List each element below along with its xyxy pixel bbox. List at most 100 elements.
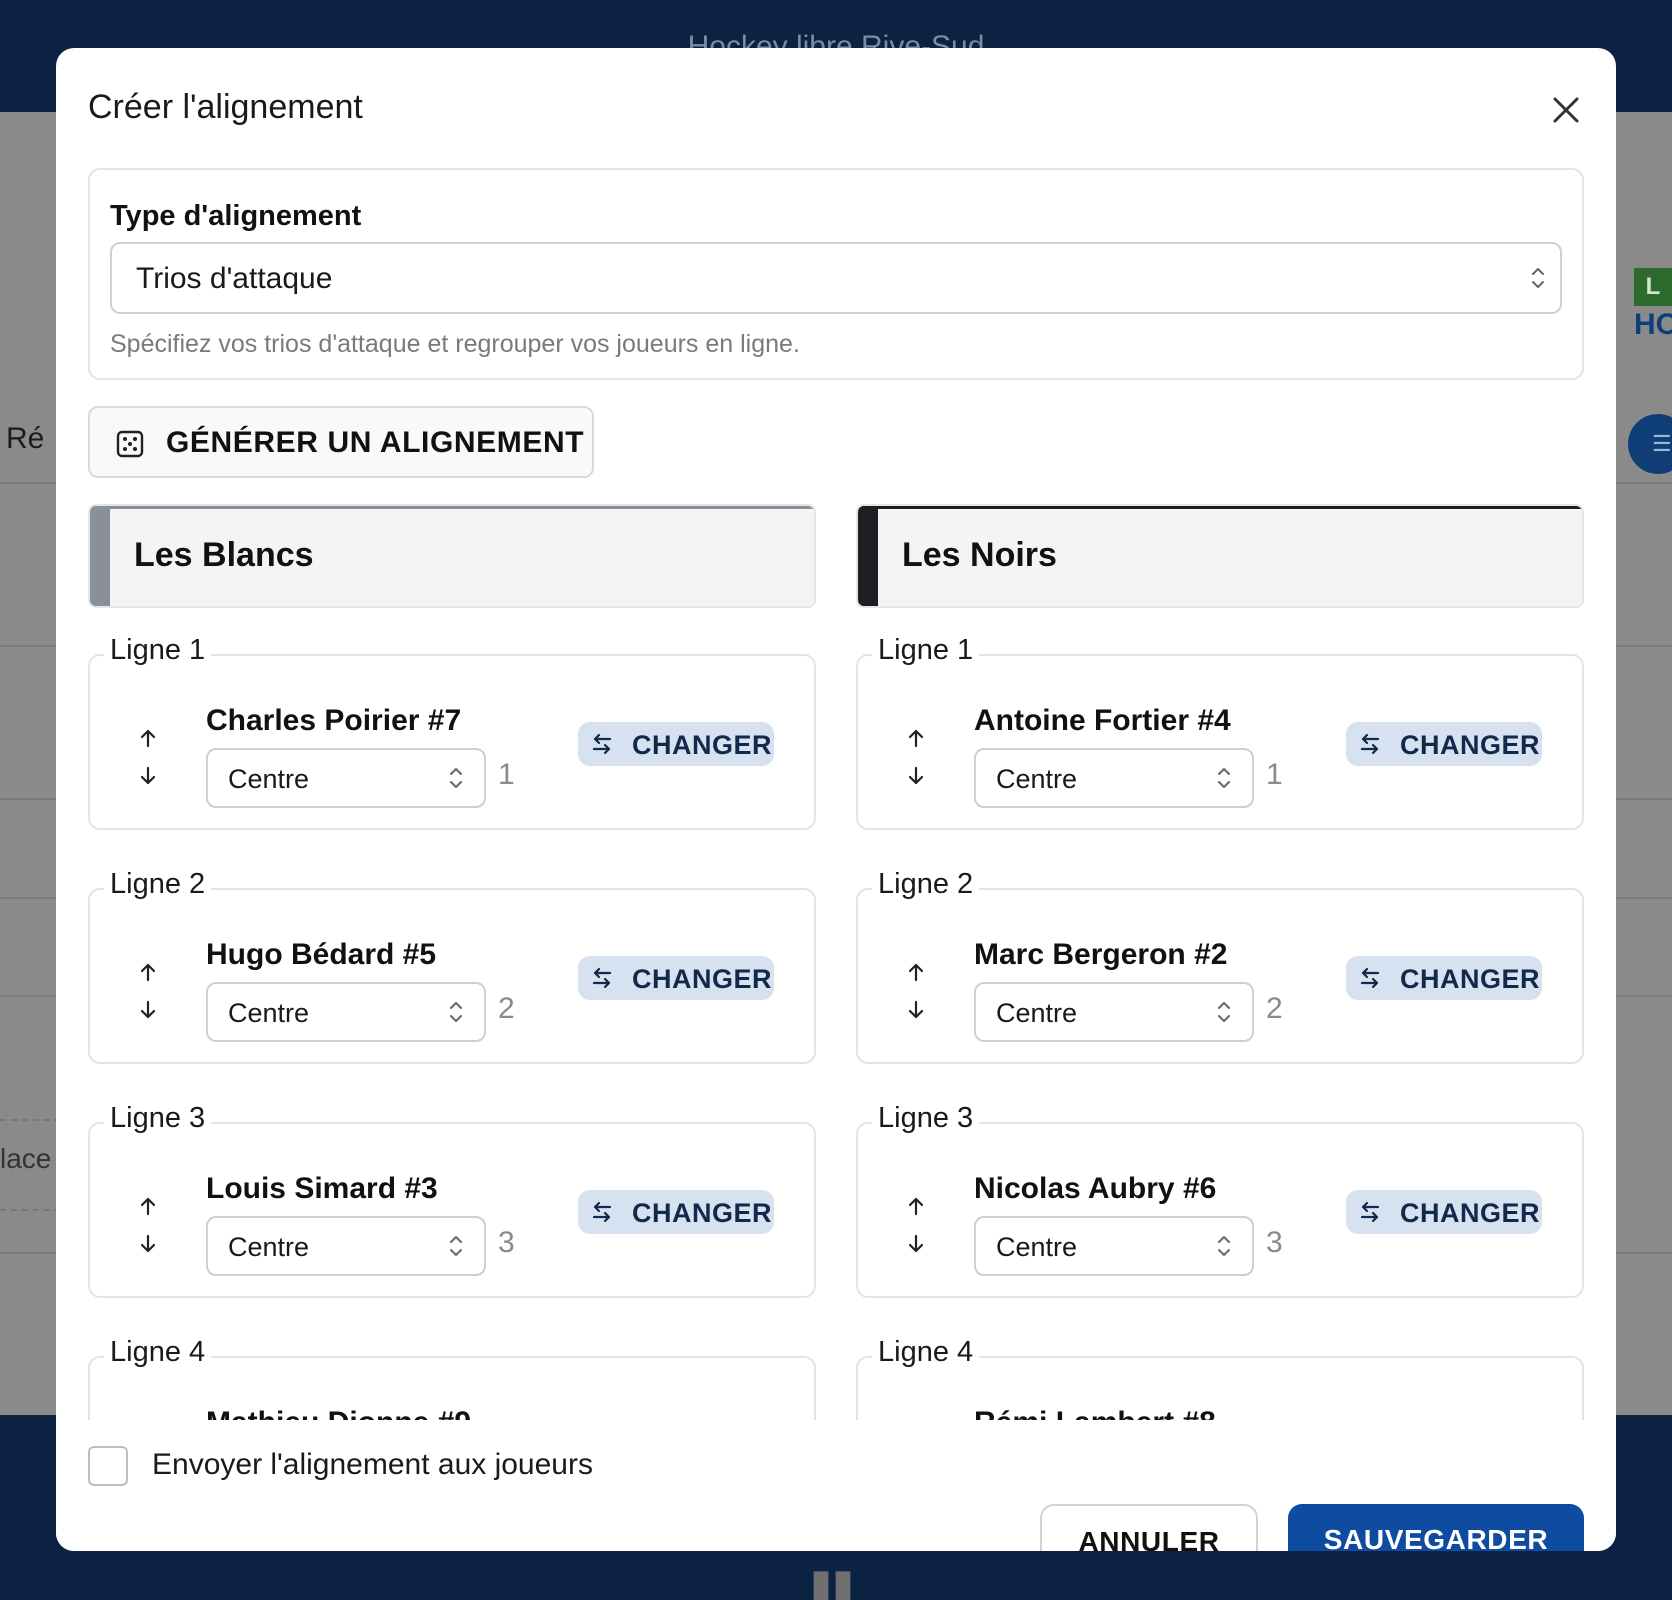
chevron-updown-icon: [450, 768, 462, 788]
arrow-down-icon[interactable]: [904, 998, 928, 1022]
line-label: Ligne 2: [872, 868, 980, 901]
team-name: Les Noirs: [902, 536, 1057, 574]
line-group: Ligne 2 Hugo Bédard #5 Centre 2 CHANGER: [88, 868, 816, 1064]
arrow-up-icon[interactable]: [904, 726, 928, 750]
position-value: Centre: [228, 998, 310, 1028]
arrow-down-icon[interactable]: [904, 764, 928, 788]
position-value: Centre: [996, 764, 1078, 794]
divider: [0, 1119, 60, 1121]
change-label: CHANGER: [632, 1198, 773, 1228]
arrow-up-icon[interactable]: [136, 726, 160, 750]
send-lineup-label: Envoyer l'alignement aux joueurs: [152, 1448, 593, 1481]
swap-icon: [592, 967, 612, 989]
line-number: 1: [498, 758, 515, 791]
divider: [0, 1209, 60, 1211]
change-player-button[interactable]: CHANGER: [578, 722, 774, 766]
swap-icon: [1360, 733, 1380, 755]
reorder-controls: [904, 960, 928, 1022]
arrow-down-icon[interactable]: [136, 764, 160, 788]
change-label: CHANGER: [1400, 730, 1541, 760]
background-text: lace: [0, 1143, 52, 1174]
swap-icon: [1360, 1201, 1380, 1223]
lineup-type-select[interactable]: Trios d'attaque: [110, 242, 1562, 314]
team-name: Les Blancs: [134, 536, 314, 574]
position-value: Centre: [228, 764, 310, 794]
lineup-type-value: Trios d'attaque: [136, 262, 333, 295]
line-number: 1: [1266, 758, 1283, 791]
change-label: CHANGER: [1400, 1198, 1541, 1228]
change-player-button[interactable]: CHANGER: [1346, 722, 1542, 766]
chevron-updown-icon: [450, 1236, 462, 1256]
line-label: Ligne 1: [872, 634, 980, 667]
position-select[interactable]: Centre: [206, 982, 486, 1042]
background-tab: Ré: [6, 422, 45, 455]
team-abbrev: HO: [1634, 308, 1672, 341]
reorder-controls: [904, 1194, 928, 1256]
lineup-type-card: Type d'alignement Trios d'attaque Spécif…: [88, 168, 1584, 380]
player-name: Hugo Bédard #5: [206, 938, 437, 971]
position-value: Centre: [996, 1232, 1078, 1262]
arrow-up-icon[interactable]: [136, 1194, 160, 1218]
change-player-button[interactable]: CHANGER: [1346, 956, 1542, 1000]
change-player-button[interactable]: CHANGER: [578, 956, 774, 1000]
reorder-controls: [136, 726, 160, 788]
change-player-button[interactable]: CHANGER: [1346, 1190, 1542, 1234]
team-color-strip: [90, 506, 814, 509]
position-select[interactable]: Centre: [206, 1216, 486, 1276]
player-name: Mathieu Dionne #9: [206, 1406, 471, 1420]
reorder-controls: [904, 726, 928, 788]
arrow-down-icon[interactable]: [136, 1232, 160, 1256]
lineup-type-help: Spécifiez vos trios d'attaque et regroup…: [110, 330, 800, 358]
swap-icon: [1360, 967, 1380, 989]
arrow-up-icon[interactable]: [904, 1194, 928, 1218]
dice-icon: [116, 430, 144, 458]
line-number: 2: [498, 992, 515, 1025]
player-name: Nicolas Aubry #6: [974, 1172, 1217, 1205]
app-logo: ▮▮: [809, 1562, 855, 1600]
chevron-updown-icon: [1218, 1002, 1230, 1022]
player-name: Antoine Fortier #4: [974, 704, 1231, 737]
arrow-down-icon[interactable]: [904, 1232, 928, 1256]
reorder-controls: [136, 960, 160, 1022]
line-number: 2: [1266, 992, 1283, 1025]
reorder-controls: [136, 1194, 160, 1256]
change-player-button[interactable]: CHANGER: [578, 1190, 774, 1234]
change-label: CHANGER: [632, 730, 773, 760]
line-group: Ligne 3 Louis Simard #3 Centre 3 CHANGER: [88, 1102, 816, 1298]
position-select[interactable]: Centre: [974, 748, 1254, 808]
line-group: Ligne 1 Antoine Fortier #4 Centre 1 CHAN…: [856, 634, 1584, 830]
line-group: Ligne 2 Marc Bergeron #2 Centre 2 CHANGE…: [856, 868, 1584, 1064]
cancel-button[interactable]: ANNULER: [1040, 1504, 1258, 1551]
create-lineup-dialog: Créer l'alignement Type d'alignement Tri…: [56, 48, 1616, 1551]
line-group: Ligne 4 Mathieu Dionne #9: [88, 1336, 816, 1420]
player-name: Charles Poirier #7: [206, 704, 462, 737]
league-badge: L: [1634, 268, 1672, 306]
save-label: SAUVEGARDER: [1323, 1524, 1549, 1551]
arrow-up-icon[interactable]: [904, 960, 928, 984]
close-button[interactable]: [1546, 90, 1586, 130]
position-select[interactable]: Centre: [206, 748, 486, 808]
generate-lineup-button[interactable]: GÉNÉRER UN ALIGNEMENT: [88, 406, 594, 478]
position-select[interactable]: Centre: [974, 1216, 1254, 1276]
player-name: Louis Simard #3: [206, 1172, 438, 1205]
dialog-content[interactable]: Créer l'alignement Type d'alignement Tri…: [56, 48, 1616, 1420]
send-lineup-checkbox[interactable]: [88, 1446, 128, 1486]
change-label: CHANGER: [1400, 964, 1541, 994]
close-icon: [1553, 97, 1579, 123]
team-column-blancs: Les Blancs Ligne 1 Charles Poirier #7 Ce…: [88, 504, 816, 1420]
position-select[interactable]: Centre: [974, 982, 1254, 1042]
lineup-type-label: Type d'alignement: [110, 200, 362, 232]
generate-lineup-label: GÉNÉRER UN ALIGNEMENT: [166, 426, 585, 459]
position-value: Centre: [228, 1232, 310, 1262]
save-button[interactable]: SAUVEGARDER: [1288, 1504, 1584, 1551]
line-label: Ligne 3: [104, 1102, 212, 1135]
team-header: Les Noirs: [856, 504, 1584, 608]
line-label: Ligne 1: [104, 634, 212, 667]
team-color-strip: [858, 506, 1582, 509]
chevron-updown-icon: [450, 1002, 462, 1022]
arrow-up-icon[interactable]: [136, 960, 160, 984]
dialog-title: Créer l'alignement: [88, 88, 363, 126]
arrow-down-icon[interactable]: [136, 998, 160, 1022]
player-name: Marc Bergeron #2: [974, 938, 1228, 971]
position-value: Centre: [996, 998, 1078, 1028]
